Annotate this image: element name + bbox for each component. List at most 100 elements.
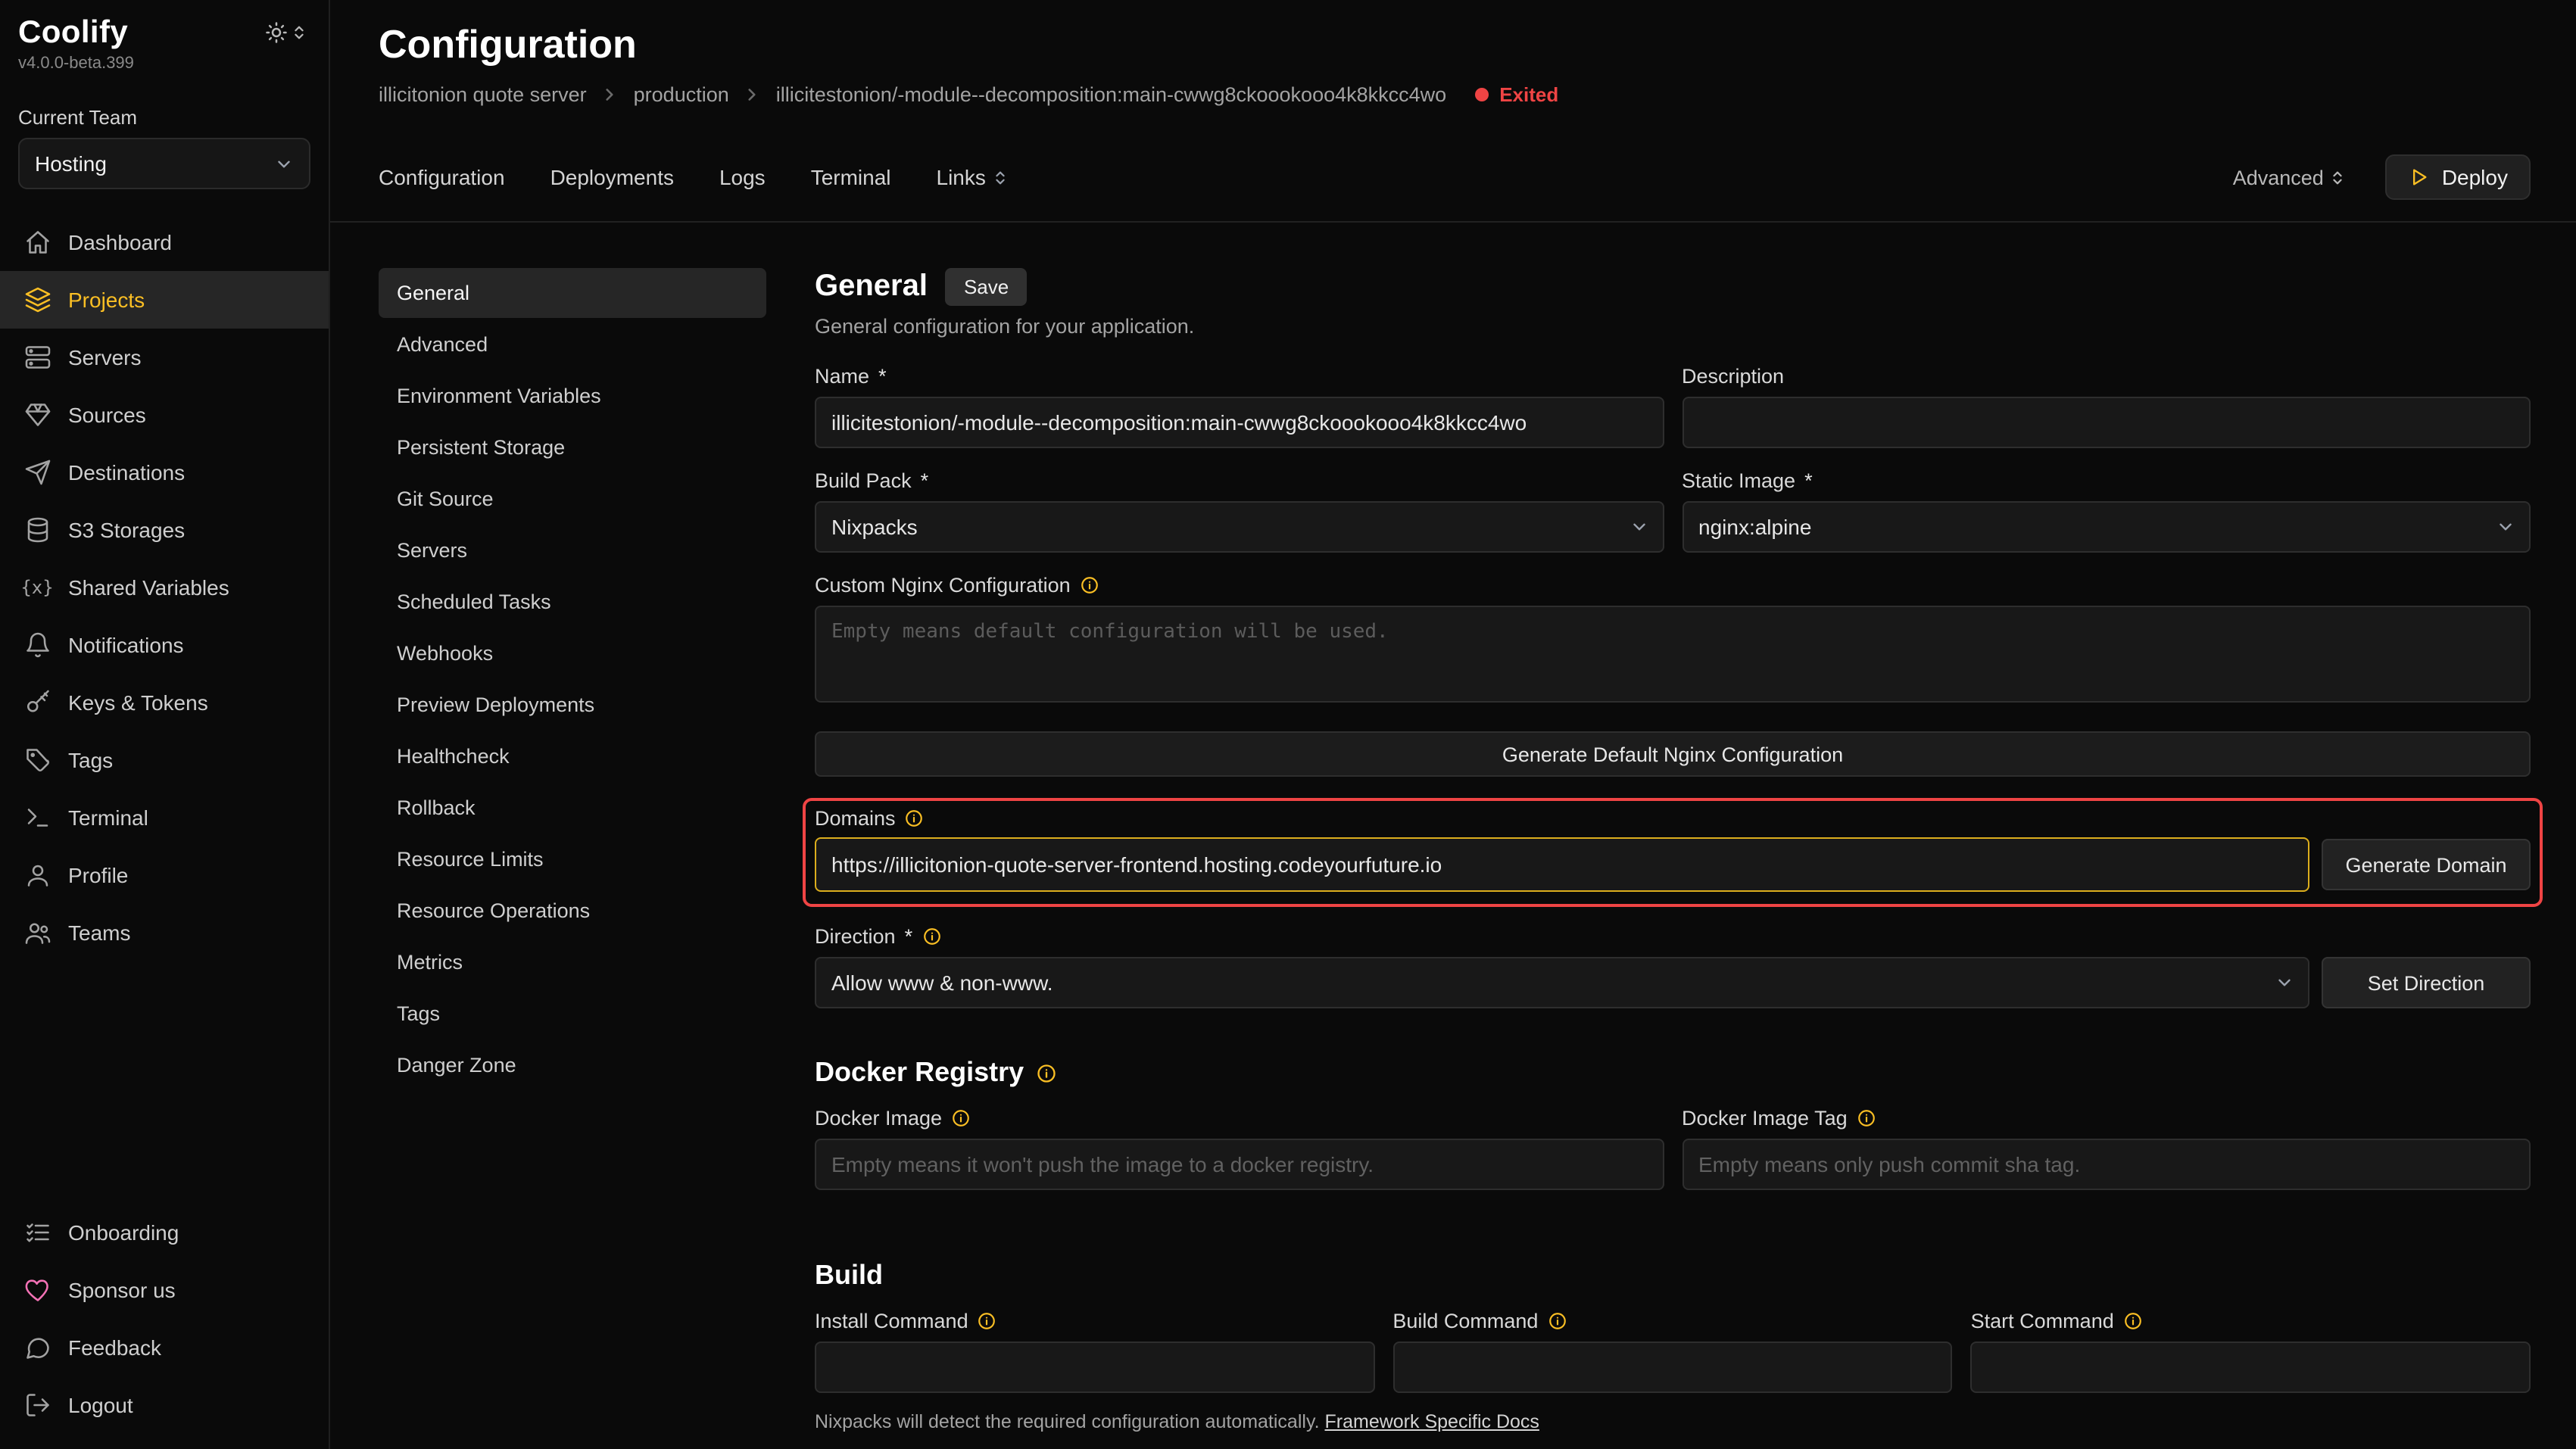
deploy-button[interactable]: Deploy (2386, 154, 2531, 200)
generate-domain-button[interactable]: Generate Domain (2322, 839, 2531, 890)
static-image-select[interactable]: nginx:alpine (1682, 501, 2531, 553)
domains-input[interactable] (815, 837, 2309, 892)
direction-select[interactable]: Allow www & non-www. (815, 957, 2309, 1008)
advanced-toggle[interactable]: Advanced (2233, 166, 2347, 189)
info-icon[interactable] (1080, 575, 1099, 595)
sidebar-item-label: Logout (68, 1393, 133, 1417)
sidebar-item-label: Shared Variables (68, 575, 229, 600)
direction-value: Allow www & non-www. (831, 971, 1053, 995)
sidebar-item-logout[interactable]: Logout (0, 1376, 329, 1434)
build-command-input[interactable] (1392, 1341, 1952, 1393)
tab-configuration[interactable]: Configuration (379, 165, 505, 189)
tab-deployments[interactable]: Deployments (550, 165, 674, 189)
subnav-item-tags[interactable]: Tags (379, 989, 766, 1039)
docker-image-input[interactable] (815, 1139, 1664, 1190)
sidebar-item-notifications[interactable]: Notifications (0, 616, 329, 674)
subnav-item-resource-limits[interactable]: Resource Limits (379, 834, 766, 884)
framework-docs-link[interactable]: Framework Specific Docs (1325, 1411, 1539, 1432)
subnav-item-webhooks[interactable]: Webhooks (379, 628, 766, 678)
general-subtitle: General configuration for your applicati… (815, 315, 2531, 338)
sidebar-item-label: Notifications (68, 633, 184, 657)
info-icon[interactable] (951, 1108, 971, 1128)
bell-icon (23, 631, 51, 659)
deploy-label: Deploy (2442, 165, 2508, 189)
set-direction-button[interactable]: Set Direction (2322, 957, 2531, 1008)
docker-registry-heading: Docker Registry (815, 1057, 2531, 1089)
general-form: General Save General configuration for y… (815, 268, 2531, 1449)
info-icon[interactable] (1857, 1108, 1876, 1128)
sidebar-item-servers[interactable]: Servers (0, 329, 329, 386)
sidebar-item-dashboard[interactable]: Dashboard (0, 213, 329, 271)
team-select[interactable]: Hosting (18, 138, 310, 189)
subnav-item-scheduled-tasks[interactable]: Scheduled Tasks (379, 577, 766, 627)
subnav-item-preview-deployments[interactable]: Preview Deployments (379, 680, 766, 730)
info-icon[interactable] (922, 927, 941, 946)
current-team-label: Current Team (0, 73, 329, 138)
save-button[interactable]: Save (946, 268, 1027, 306)
sidebar-item-sources[interactable]: Sources (0, 386, 329, 444)
advanced-label: Advanced (2233, 166, 2324, 189)
breadcrumb-application[interactable]: illicitestonion/-module--decomposition:m… (776, 83, 1446, 106)
database-icon (23, 516, 51, 544)
sidebar-item-teams[interactable]: Teams (0, 904, 329, 961)
info-icon[interactable] (978, 1311, 997, 1331)
tab-logs[interactable]: Logs (719, 165, 766, 189)
sidebar-item-projects[interactable]: Projects (0, 271, 329, 329)
subnav-item-resource-operations[interactable]: Resource Operations (379, 886, 766, 936)
subnav-item-rollback[interactable]: Rollback (379, 783, 766, 833)
generate-nginx-button[interactable]: Generate Default Nginx Configuration (815, 731, 2531, 777)
info-icon[interactable] (1036, 1062, 1057, 1083)
main-panel: Configuration illicitonion quote server … (330, 0, 2576, 1449)
sidebar-item-terminal[interactable]: Terminal (0, 789, 329, 846)
install-command-input[interactable] (815, 1341, 1374, 1393)
build-heading: Build (815, 1260, 2531, 1292)
subnav-item-servers[interactable]: Servers (379, 525, 766, 575)
nginx-config-textarea[interactable] (815, 606, 2531, 703)
build-pack-select[interactable]: Nixpacks (815, 501, 1664, 553)
breadcrumb-environment[interactable]: production (634, 83, 729, 106)
breadcrumb-project[interactable]: illicitonion quote server (379, 83, 587, 106)
sidebar-item-label: Sources (68, 403, 146, 427)
sidebar-item-label: Projects (68, 288, 145, 312)
general-heading: General (815, 270, 928, 304)
subnav-item-general[interactable]: General (379, 268, 766, 318)
subnav-item-persistent-storage[interactable]: Persistent Storage (379, 422, 766, 472)
info-icon[interactable] (2123, 1311, 2143, 1331)
theme-toggle[interactable] (265, 21, 307, 44)
sidebar-item-label: Dashboard (68, 230, 172, 254)
name-input[interactable] (815, 397, 1664, 448)
chevron-down-icon (2496, 517, 2515, 537)
info-icon[interactable] (905, 809, 925, 828)
sidebar-item-profile[interactable]: Profile (0, 846, 329, 904)
tab-terminal[interactable]: Terminal (811, 165, 891, 189)
sidebar-item-destinations[interactable]: Destinations (0, 444, 329, 501)
subnav-item-environment-variables[interactable]: Environment Variables (379, 371, 766, 421)
tab-links[interactable]: Links (937, 165, 1009, 189)
subnav-item-metrics[interactable]: Metrics (379, 937, 766, 987)
chevron-right-icon (600, 85, 620, 104)
subnav-item-healthcheck[interactable]: Healthcheck (379, 731, 766, 781)
direction-label: Direction* (815, 925, 2531, 948)
sidebar-item-keys-tokens[interactable]: Keys & Tokens (0, 674, 329, 731)
sidebar-item-shared-variables[interactable]: {x} Shared Variables (0, 559, 329, 616)
sidebar-item-tags[interactable]: Tags (0, 731, 329, 789)
subnav-item-advanced[interactable]: Advanced (379, 319, 766, 369)
sidebar-item-feedback[interactable]: Feedback (0, 1319, 329, 1376)
nginx-config-label: Custom Nginx Configuration (815, 574, 2531, 597)
sidebar-item-label: Feedback (68, 1335, 161, 1360)
info-icon[interactable] (1547, 1311, 1567, 1331)
chevrons-up-down-icon (992, 169, 1009, 185)
tabs-bar: Configuration Deployments Logs Terminal … (330, 154, 2576, 223)
sidebar-item-sponsor[interactable]: Sponsor us (0, 1261, 329, 1319)
gem-icon (23, 400, 51, 429)
subnav-item-git-source[interactable]: Git Source (379, 474, 766, 524)
description-input[interactable] (1682, 397, 2531, 448)
sidebar-item-onboarding[interactable]: Onboarding (0, 1204, 329, 1261)
docker-image-tag-input[interactable] (1682, 1139, 2531, 1190)
sidebar-item-s3-storages[interactable]: S3 Storages (0, 501, 329, 559)
chevron-down-icon (274, 154, 294, 173)
start-command-input[interactable] (1971, 1341, 2531, 1393)
subnav-item-danger-zone[interactable]: Danger Zone (379, 1040, 766, 1090)
chevrons-up-down-icon (2330, 169, 2347, 185)
status-dot (1475, 88, 1489, 101)
